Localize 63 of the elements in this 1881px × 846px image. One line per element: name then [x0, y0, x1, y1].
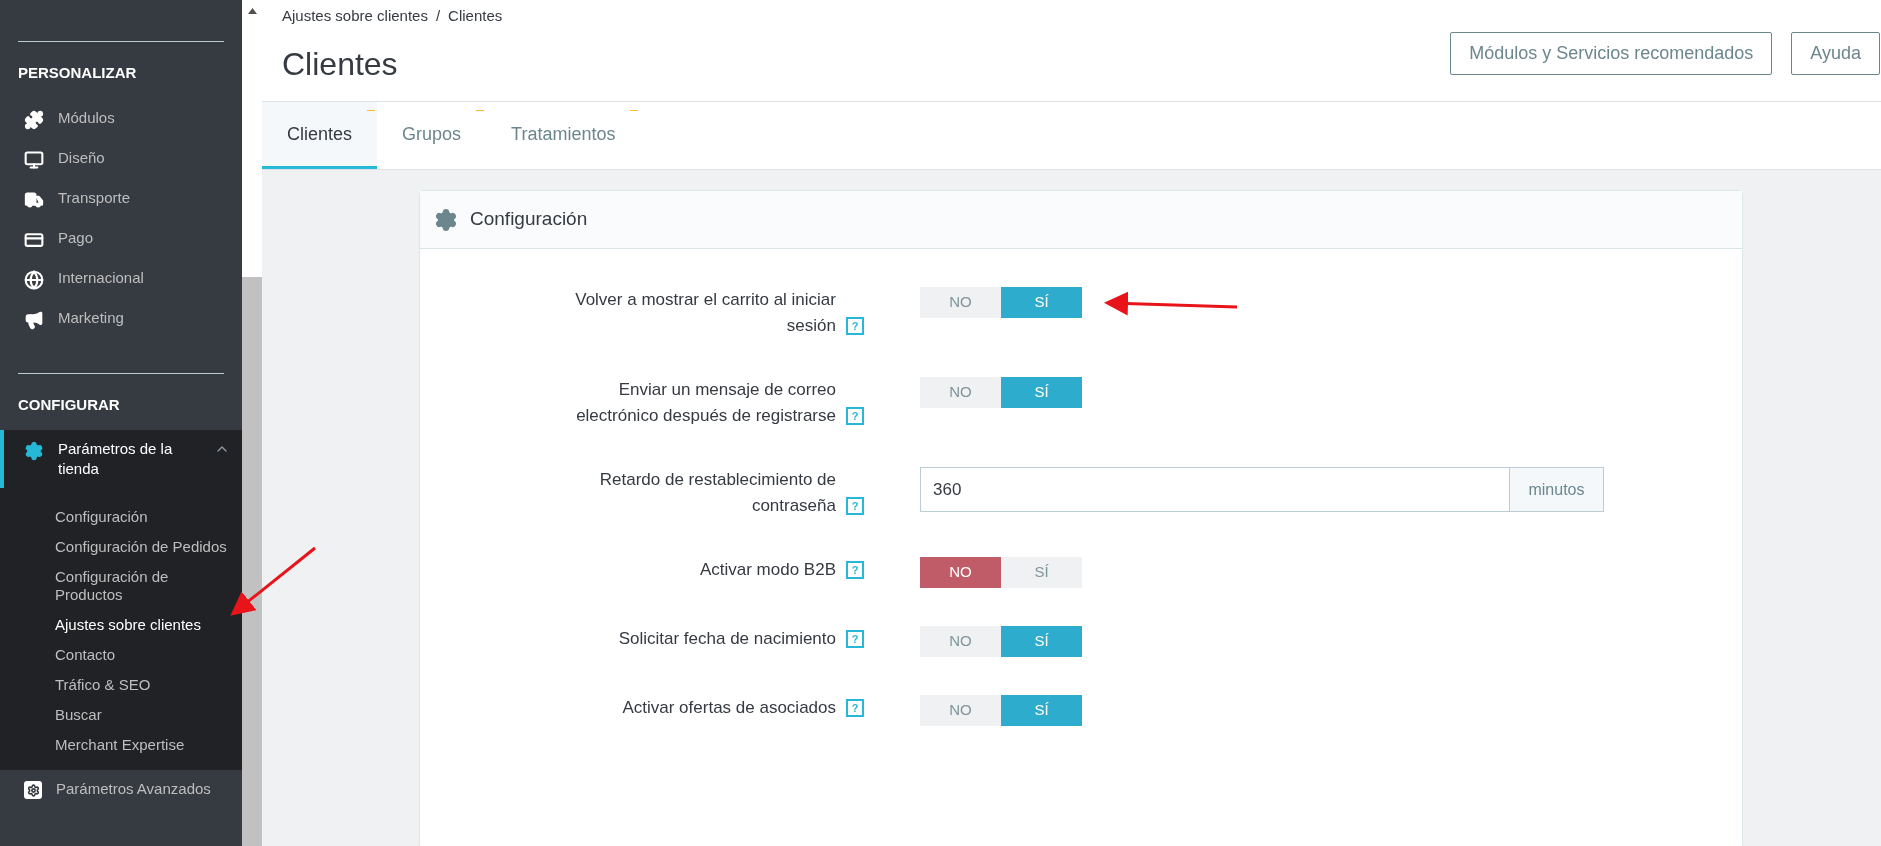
help-icon[interactable]: ? — [846, 630, 864, 648]
input-field[interactable]: 360 — [920, 467, 1510, 512]
toggle-option[interactable]: SÍ — [1001, 695, 1082, 726]
nav-item[interactable]: Pago — [0, 218, 242, 259]
breadcrumb-link[interactable]: Ajustes sobre clientes — [282, 5, 428, 28]
toggle-option[interactable]: NO — [920, 695, 1001, 726]
submenu-item[interactable]: Configuración — [0, 502, 242, 532]
notification-dash — [630, 110, 639, 111]
nav-item[interactable]: Internacional — [0, 258, 242, 299]
toggle-option[interactable]: SÍ — [1001, 287, 1082, 318]
notification-dash — [476, 110, 485, 111]
unit-addon: minutos — [1510, 467, 1604, 512]
page-title: Clientes — [282, 44, 399, 84]
toggle-option[interactable]: NO — [920, 557, 1001, 588]
submenu-item[interactable]: Buscar — [0, 700, 242, 730]
help-icon[interactable]: ? — [846, 497, 864, 515]
field-label: Activar modo B2B — [699, 559, 836, 581]
nav-item[interactable]: Marketing — [0, 298, 242, 339]
toggle-option[interactable]: NO — [920, 626, 1001, 657]
help-icon[interactable]: ? — [846, 699, 864, 717]
field-label: Activar ofertas de asociados — [622, 697, 836, 719]
nav-item[interactable]: Diseño — [0, 138, 242, 179]
help-icon[interactable]: ? — [846, 317, 864, 335]
toggle-option[interactable]: NO — [920, 377, 1001, 408]
submenu-item[interactable]: Contacto — [0, 640, 242, 670]
help-icon[interactable]: ? — [846, 561, 864, 579]
tab[interactable]: Tratamientos — [486, 102, 641, 169]
submenu-item[interactable]: Configuración de Pedidos — [0, 532, 242, 562]
section-heading: CONFIGURAR — [18, 394, 121, 415]
breadcrumb-separator: / — [435, 6, 441, 26]
caret-up-icon[interactable] — [247, 8, 257, 14]
globe-icon — [24, 269, 44, 290]
header-button[interactable]: Módulos y Servicios recomendados — [1450, 32, 1773, 75]
tab[interactable]: Grupos — [377, 102, 487, 169]
submenu-item[interactable]: Merchant Expertise — [0, 730, 242, 760]
field-label: Volver a mostrar el carrito al iniciar sesión — [574, 289, 836, 337]
breadcrumb-current: Clientes — [448, 6, 503, 26]
submenu-item[interactable]: Tráfico & SEO — [0, 670, 242, 700]
field-label: Solicitar fecha de nacimiento — [618, 628, 836, 650]
nav-item[interactable]: Transporte — [0, 178, 242, 219]
puzzle-icon — [24, 109, 44, 130]
tab[interactable]: Clientes — [262, 102, 378, 169]
notification-dash — [367, 110, 376, 111]
section-heading: PERSONALIZAR — [17, 63, 138, 83]
header-button[interactable]: Ayuda — [1791, 32, 1880, 75]
gear-icon — [24, 441, 44, 461]
field-label: Enviar un mensaje de correo electrónico después de registrarse — [575, 379, 836, 427]
monitor-icon — [24, 149, 44, 170]
submenu-item[interactable]: Ajustes sobre clientes — [0, 610, 242, 640]
toggle-option[interactable]: NO — [920, 287, 1001, 318]
megaphone-icon — [24, 309, 44, 330]
gear-icon — [24, 781, 42, 799]
scrollbar-thumb[interactable] — [242, 277, 262, 846]
toggle-option[interactable]: SÍ — [1001, 557, 1082, 588]
help-icon[interactable]: ? — [846, 407, 864, 425]
toggle-option[interactable]: SÍ — [1001, 377, 1082, 408]
panel-title: Configuración — [470, 207, 588, 232]
toggle-option[interactable]: SÍ — [1001, 626, 1082, 657]
nav-item[interactable]: Módulos — [0, 98, 242, 139]
nav-item[interactable]: Parámetros Avanzados — [0, 770, 242, 808]
gear-icon — [434, 207, 458, 232]
submenu-item[interactable]: Configuración de Productos — [0, 562, 242, 610]
field-label: Retardo de restablecimiento de contraseña — [598, 469, 836, 517]
